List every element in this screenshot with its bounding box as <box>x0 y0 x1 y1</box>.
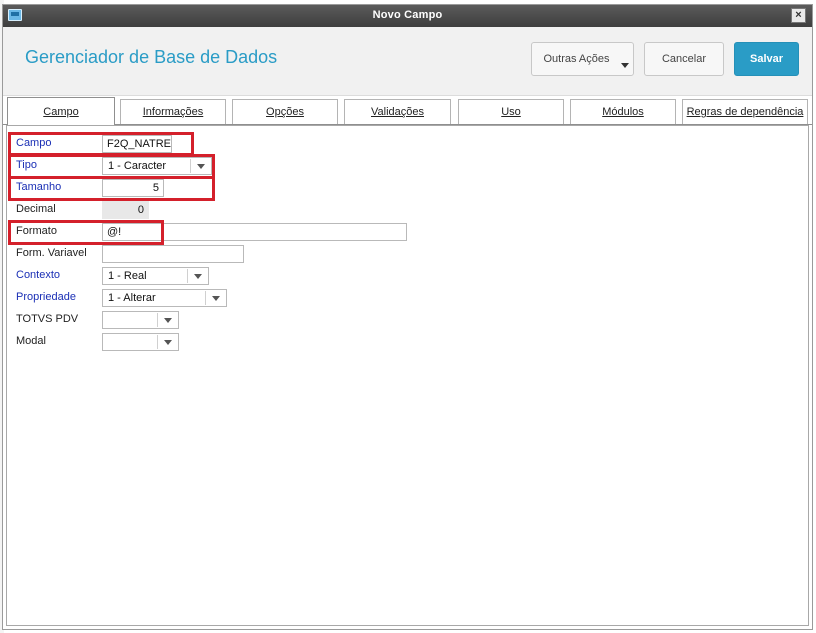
form-variavel-input[interactable] <box>102 245 244 263</box>
tab-uso[interactable]: Uso <box>458 99 564 124</box>
cancel-button[interactable]: Cancelar <box>644 42 724 76</box>
header: Gerenciador de Base de Dados Outras Açõe… <box>3 27 812 96</box>
totvs-pdv-label: TOTVS PDV <box>16 313 79 325</box>
propriedade-select[interactable]: 1 - Alterar <box>102 289 227 307</box>
chevron-down-icon <box>164 318 172 323</box>
contexto-separator <box>187 269 188 283</box>
formato-label: Formato <box>16 225 57 237</box>
chevron-down-icon <box>197 164 205 169</box>
formato-input[interactable]: @! <box>102 223 407 241</box>
form-variavel-label: Form. Variavel <box>16 247 87 259</box>
close-icon[interactable]: × <box>791 8 806 23</box>
outras-acoes-button[interactable]: Outras Ações <box>531 42 634 76</box>
modal-select[interactable] <box>102 333 179 351</box>
tab-campo[interactable]: Campo <box>7 97 115 125</box>
contexto-value: 1 - Real <box>108 270 147 282</box>
tipo-value: 1 - Caracter <box>108 160 167 172</box>
tamanho-input[interactable]: 5 <box>102 179 164 197</box>
totvs-pdv-select[interactable] <box>102 311 179 329</box>
save-button[interactable]: Salvar <box>734 42 799 76</box>
contexto-label: Contexto <box>16 269 61 281</box>
tipo-separator <box>190 159 191 173</box>
novo-campo-dialog: Novo Campo × Gerenciador de Base de Dado… <box>2 4 813 630</box>
decimal-label: Decimal <box>16 203 56 215</box>
tab-opcoes[interactable]: Opções <box>232 99 338 124</box>
modal-separator <box>157 335 158 349</box>
tab-bar: Campo Informações Opções Validações Uso … <box>3 97 812 125</box>
tab-modulos[interactable]: Módulos <box>570 99 676 124</box>
campo-input[interactable]: F2Q_NATRE <box>102 135 172 153</box>
decimal-input: 0 <box>102 201 149 219</box>
tipo-label: Tipo <box>16 159 37 171</box>
tamanho-label: Tamanho <box>16 181 62 193</box>
window-title: Novo Campo <box>372 9 443 21</box>
chevron-down-icon <box>194 274 202 279</box>
campo-label: Campo <box>16 137 52 149</box>
title-bar: Novo Campo × <box>3 5 812 27</box>
chevron-down-icon <box>164 340 172 345</box>
tab-regras-dependencia[interactable]: Regras de dependência <box>682 99 808 124</box>
propriedade-value: 1 - Alterar <box>108 292 156 304</box>
tipo-select[interactable]: 1 - Caracter <box>102 157 212 175</box>
outras-acoes-label: Outras Ações <box>543 53 610 65</box>
page-title: Gerenciador de Base de Dados <box>25 47 278 67</box>
chevron-down-icon <box>212 296 220 301</box>
campo-panel: Campo F2Q_NATRE Tipo 1 - Caracter Tamanh… <box>6 125 809 626</box>
modal-label: Modal <box>16 335 46 347</box>
tab-validacoes[interactable]: Validações <box>344 99 451 124</box>
tab-informacoes[interactable]: Informações <box>120 99 226 124</box>
contexto-select[interactable]: 1 - Real <box>102 267 209 285</box>
propriedade-label: Propriedade <box>16 291 76 303</box>
chevron-down-icon <box>621 63 629 68</box>
propriedade-separator <box>205 291 206 305</box>
totvs-pdv-separator <box>157 313 158 327</box>
